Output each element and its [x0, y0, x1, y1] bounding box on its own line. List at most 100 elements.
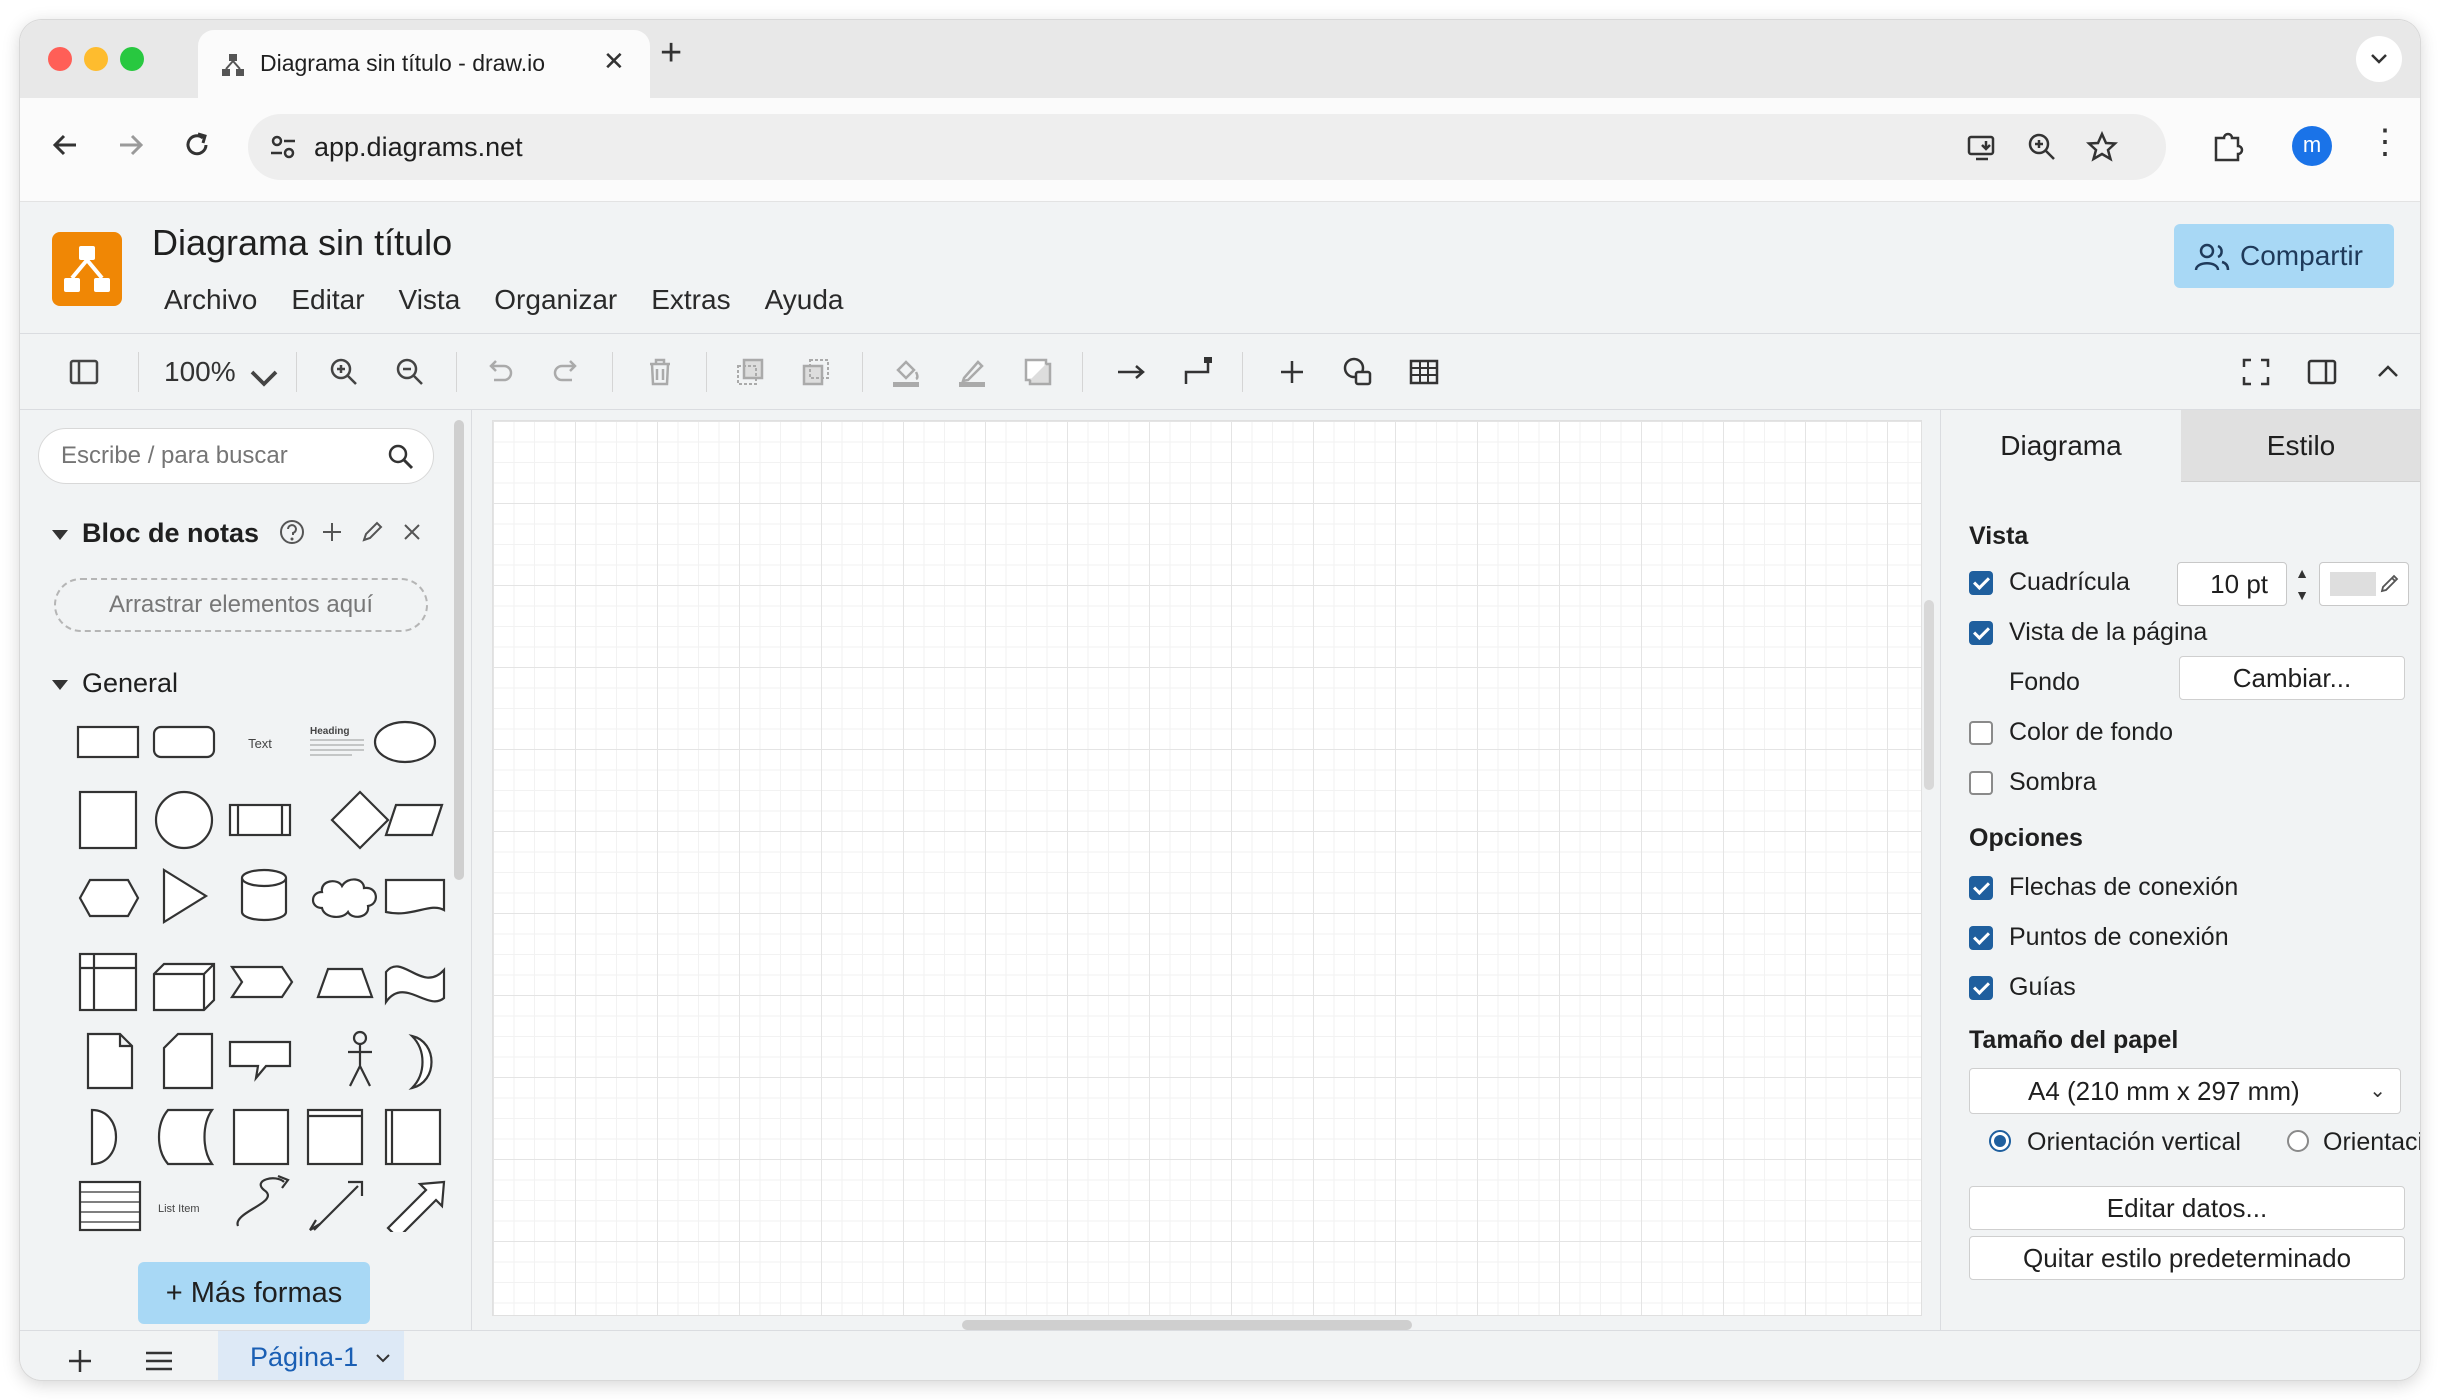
shadow-checkbox[interactable] — [1969, 771, 1993, 795]
page-tab-pagina-1[interactable]: Página-1 — [218, 1331, 404, 1380]
tape-shape[interactable] — [384, 965, 446, 1006]
orientation-portrait-radio[interactable] — [1989, 1130, 2011, 1152]
to-back-icon[interactable] — [798, 354, 834, 390]
connection-icon[interactable] — [1114, 354, 1150, 390]
tab-search-button[interactable] — [2356, 36, 2402, 82]
menu-editar[interactable]: Editar — [291, 284, 364, 316]
tab-style[interactable]: Estilo — [2181, 410, 2420, 482]
pages-menu-icon[interactable] — [142, 1345, 176, 1377]
tab-diagram[interactable]: Diagrama — [1941, 410, 2181, 482]
step-shape[interactable] — [229, 965, 294, 999]
note-shape[interactable] — [86, 1032, 134, 1090]
grid-color-picker[interactable] — [2319, 562, 2409, 606]
shape-search[interactable] — [38, 428, 434, 484]
extensions-icon[interactable] — [2210, 128, 2246, 164]
card-shape[interactable] — [162, 1032, 214, 1090]
zoom-in-icon[interactable] — [326, 354, 362, 390]
scratchpad-header[interactable]: Bloc de notas — [52, 518, 259, 549]
or-shape[interactable] — [408, 1034, 433, 1090]
close-icon[interactable] — [398, 518, 426, 546]
delay-shape[interactable] — [90, 1108, 117, 1166]
callout-shape[interactable] — [228, 1040, 292, 1082]
parallelogram-shape[interactable] — [384, 803, 444, 837]
search-input[interactable] — [61, 441, 381, 471]
profile-avatar[interactable]: m — [2292, 126, 2332, 166]
shapes-icon[interactable] — [1340, 354, 1376, 390]
sidebar-scrollbar[interactable] — [454, 420, 464, 880]
zoom-out-icon[interactable] — [392, 354, 428, 390]
stored-data-shape[interactable] — [157, 1108, 215, 1166]
bookmark-star-icon[interactable] — [2086, 131, 2118, 163]
menu-organizar[interactable]: Organizar — [494, 284, 617, 316]
install-app-icon[interactable] — [1966, 131, 1998, 163]
zoom-dropdown[interactable]: 100% — [164, 356, 236, 388]
redo-icon[interactable] — [548, 354, 584, 390]
heading-shape[interactable]: Heading — [310, 726, 349, 737]
canvas-vertical-scrollbar[interactable] — [1924, 600, 1934, 790]
vertical-lane-shape[interactable] — [384, 1108, 442, 1166]
square-shape[interactable] — [78, 790, 138, 850]
grid-checkbox[interactable] — [1969, 571, 1993, 595]
paper-size-select[interactable]: A4 (210 mm x 297 mm) ⌄ — [1969, 1068, 2401, 1114]
cloud-shape[interactable] — [311, 878, 377, 918]
guides-checkbox[interactable] — [1969, 976, 1993, 1000]
to-front-icon[interactable] — [732, 354, 768, 390]
list-item-shape[interactable]: List Item — [158, 1203, 200, 1215]
frame-shape[interactable] — [232, 1108, 290, 1166]
document-title[interactable]: Diagrama sin título — [152, 222, 452, 264]
address-bar[interactable]: app.diagrams.net — [248, 114, 2166, 180]
cylinder-shape[interactable] — [240, 868, 288, 922]
new-tab-button[interactable]: + — [660, 34, 682, 72]
menu-extras[interactable]: Extras — [651, 284, 730, 316]
triangle-shape[interactable] — [162, 868, 209, 924]
diamond-shape[interactable] — [330, 790, 390, 850]
grid-size-input[interactable]: 10 pt — [2177, 562, 2287, 606]
change-background-button[interactable]: Cambiar... — [2179, 656, 2405, 700]
background-color-checkbox[interactable] — [1969, 721, 1993, 745]
text-shape[interactable]: Text — [248, 736, 272, 751]
menu-archivo[interactable]: Archivo — [164, 284, 257, 316]
bidirectional-arrow-shape[interactable] — [313, 1180, 364, 1231]
insert-icon[interactable] — [1274, 354, 1310, 390]
browser-menu-icon[interactable]: ⋮ — [2368, 122, 2402, 162]
delete-icon[interactable] — [642, 354, 678, 390]
general-section-header[interactable]: General — [52, 668, 178, 699]
circle-shape[interactable] — [154, 790, 214, 850]
scratchpad-drop-zone[interactable]: Arrastrar elementos aquí — [54, 578, 428, 632]
reload-icon[interactable] — [180, 128, 214, 162]
rounded-rectangle-shape[interactable] — [152, 725, 216, 759]
rectangle-shape[interactable] — [76, 725, 140, 759]
back-icon[interactable] — [48, 128, 82, 162]
actor-shape[interactable] — [348, 1030, 372, 1087]
shadow-icon[interactable] — [1020, 354, 1056, 390]
help-icon[interactable] — [278, 518, 306, 546]
search-icon[interactable] — [387, 443, 415, 471]
container-shape[interactable] — [78, 952, 138, 1012]
trapezoid-shape[interactable] — [316, 967, 374, 999]
waypoints-icon[interactable] — [1180, 354, 1216, 390]
clear-default-style-button[interactable]: Quitar estilo predeterminado — [1969, 1236, 2405, 1280]
add-page-icon[interactable] — [64, 1345, 96, 1377]
canvas-horizontal-scrollbar[interactable] — [962, 1320, 1412, 1330]
horizontal-lane-shape[interactable] — [306, 1108, 364, 1166]
site-settings-icon[interactable] — [268, 132, 298, 162]
menu-vista[interactable]: Vista — [399, 284, 461, 316]
zoom-chevron-icon[interactable] — [246, 360, 282, 396]
maximize-window-button[interactable] — [120, 47, 144, 71]
orientation-landscape-radio[interactable] — [2287, 1130, 2309, 1152]
fullscreen-icon[interactable] — [2238, 354, 2274, 390]
edit-pencil-icon[interactable] — [358, 518, 386, 546]
more-shapes-button[interactable]: + Más formas — [138, 1262, 370, 1324]
ellipse-shape[interactable] — [373, 720, 437, 764]
menu-ayuda[interactable]: Ayuda — [765, 284, 844, 316]
browser-tab[interactable]: Diagrama sin título - draw.io ✕ — [198, 30, 650, 98]
close-window-button[interactable] — [48, 47, 72, 71]
tab-close-icon[interactable]: ✕ — [603, 46, 625, 77]
forward-icon[interactable] — [114, 128, 148, 162]
sidebar-toggle-icon[interactable] — [66, 354, 102, 390]
zoom-indicator-icon[interactable] — [2026, 131, 2058, 163]
connection-arrows-checkbox[interactable] — [1969, 876, 1993, 900]
page-view-checkbox[interactable] — [1969, 621, 1993, 645]
fill-color-icon[interactable] — [888, 354, 924, 390]
diagram-canvas[interactable] — [492, 420, 1922, 1316]
